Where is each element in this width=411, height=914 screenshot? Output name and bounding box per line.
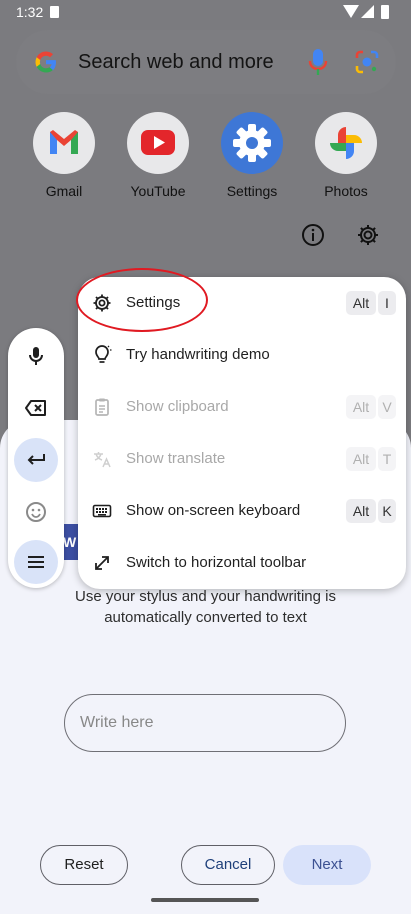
- menu-label-clipboard: Show clipboard: [126, 398, 229, 415]
- menu-label-horizontal-toolbar: Switch to horizontal toolbar: [126, 554, 307, 571]
- youtube-icon: [127, 112, 189, 174]
- app-gmail[interactable]: Gmail: [24, 112, 104, 199]
- toolbar-emoji-button[interactable]: [14, 490, 58, 534]
- menu-label-translate: Show translate: [126, 450, 226, 467]
- battery-icon: [381, 5, 389, 19]
- status-bar: 1:32: [0, 0, 411, 26]
- menu-item-onscreen-keyboard[interactable]: Show on-screen keyboard Alt K: [78, 485, 406, 537]
- menu-label-onscreen-keyboard: Show on-screen keyboard: [126, 502, 301, 519]
- write-placeholder: Write here: [80, 714, 154, 731]
- status-icons: [343, 5, 393, 19]
- mic-icon: [29, 347, 43, 365]
- sheet-description: Use your stylus and your handwriting is …: [0, 586, 411, 628]
- enter-icon: [27, 454, 45, 465]
- keyboard-icon: [92, 504, 112, 518]
- settings-app-icon: [221, 112, 283, 174]
- menu-label-handwriting-demo: Try handwriting demo: [126, 346, 270, 363]
- app-label-photos: Photos: [324, 183, 368, 199]
- clipboard-icon: [95, 398, 109, 416]
- backspace-icon: [25, 400, 46, 416]
- write-input[interactable]: Write here: [64, 694, 346, 752]
- app-photos[interactable]: Photos: [306, 112, 386, 199]
- info-icon[interactable]: [300, 222, 326, 248]
- search-placeholder: Search web and more: [78, 51, 274, 73]
- gesture-nav-handle[interactable]: [151, 898, 259, 902]
- cell-signal-icon: [361, 5, 374, 18]
- sim-card-icon: [50, 6, 59, 18]
- shortcut-key: Alt: [346, 447, 376, 471]
- photos-icon: [315, 112, 377, 174]
- shortcut-key: I: [378, 291, 396, 315]
- next-button[interactable]: Next: [283, 845, 371, 885]
- shortcut-key: K: [378, 499, 396, 523]
- voice-search-icon[interactable]: [308, 46, 328, 78]
- description-line-1: Use your stylus and your handwriting is: [75, 588, 336, 605]
- cancel-button[interactable]: Cancel: [181, 845, 275, 885]
- menu-item-translate: Show translate Alt T: [78, 433, 406, 485]
- toolbar-menu-button[interactable]: [14, 540, 58, 584]
- reset-button[interactable]: Reset: [40, 845, 128, 885]
- vertical-toolbar: [8, 328, 64, 588]
- shortcut-key: V: [378, 395, 396, 419]
- translate-icon: [94, 452, 111, 468]
- toolbar-backspace-button[interactable]: [14, 386, 58, 430]
- app-settings[interactable]: Settings: [212, 112, 292, 199]
- menu-item-horizontal-toolbar[interactable]: Switch to horizontal toolbar: [78, 537, 406, 589]
- wifi-icon: [343, 5, 359, 18]
- gear-icon[interactable]: [355, 222, 381, 248]
- menu-item-handwriting-demo[interactable]: Try handwriting demo: [78, 329, 406, 381]
- app-label-youtube: YouTube: [130, 183, 186, 199]
- app-label-settings: Settings: [226, 183, 278, 199]
- menu-item-clipboard: Show clipboard Alt V: [78, 381, 406, 433]
- settings-highlight-annotation: [76, 268, 208, 332]
- app-label-gmail: Gmail: [45, 183, 83, 199]
- emoji-icon: [26, 502, 46, 522]
- resize-arrow-icon: [95, 556, 109, 570]
- toolbar-enter-button[interactable]: [14, 438, 58, 482]
- app-row: Gmail YouTube Settings Photos: [0, 112, 411, 207]
- shortcut-key: Alt: [346, 499, 376, 523]
- app-youtube[interactable]: YouTube: [118, 112, 198, 199]
- toolbar-mic-button[interactable]: [14, 334, 58, 378]
- shortcut-key: Alt: [346, 395, 376, 419]
- lens-icon[interactable]: [354, 49, 380, 75]
- google-logo-icon: [35, 51, 56, 73]
- search-bar[interactable]: Search web and more: [16, 30, 396, 94]
- description-line-2: automatically converted to text: [104, 609, 307, 626]
- gmail-icon: [33, 112, 95, 174]
- status-time: 1:32: [16, 4, 44, 20]
- shortcut-key: T: [378, 447, 396, 471]
- shortcut-key: Alt: [346, 291, 376, 315]
- menu-icon: [28, 556, 44, 568]
- lightbulb-icon: [95, 345, 112, 363]
